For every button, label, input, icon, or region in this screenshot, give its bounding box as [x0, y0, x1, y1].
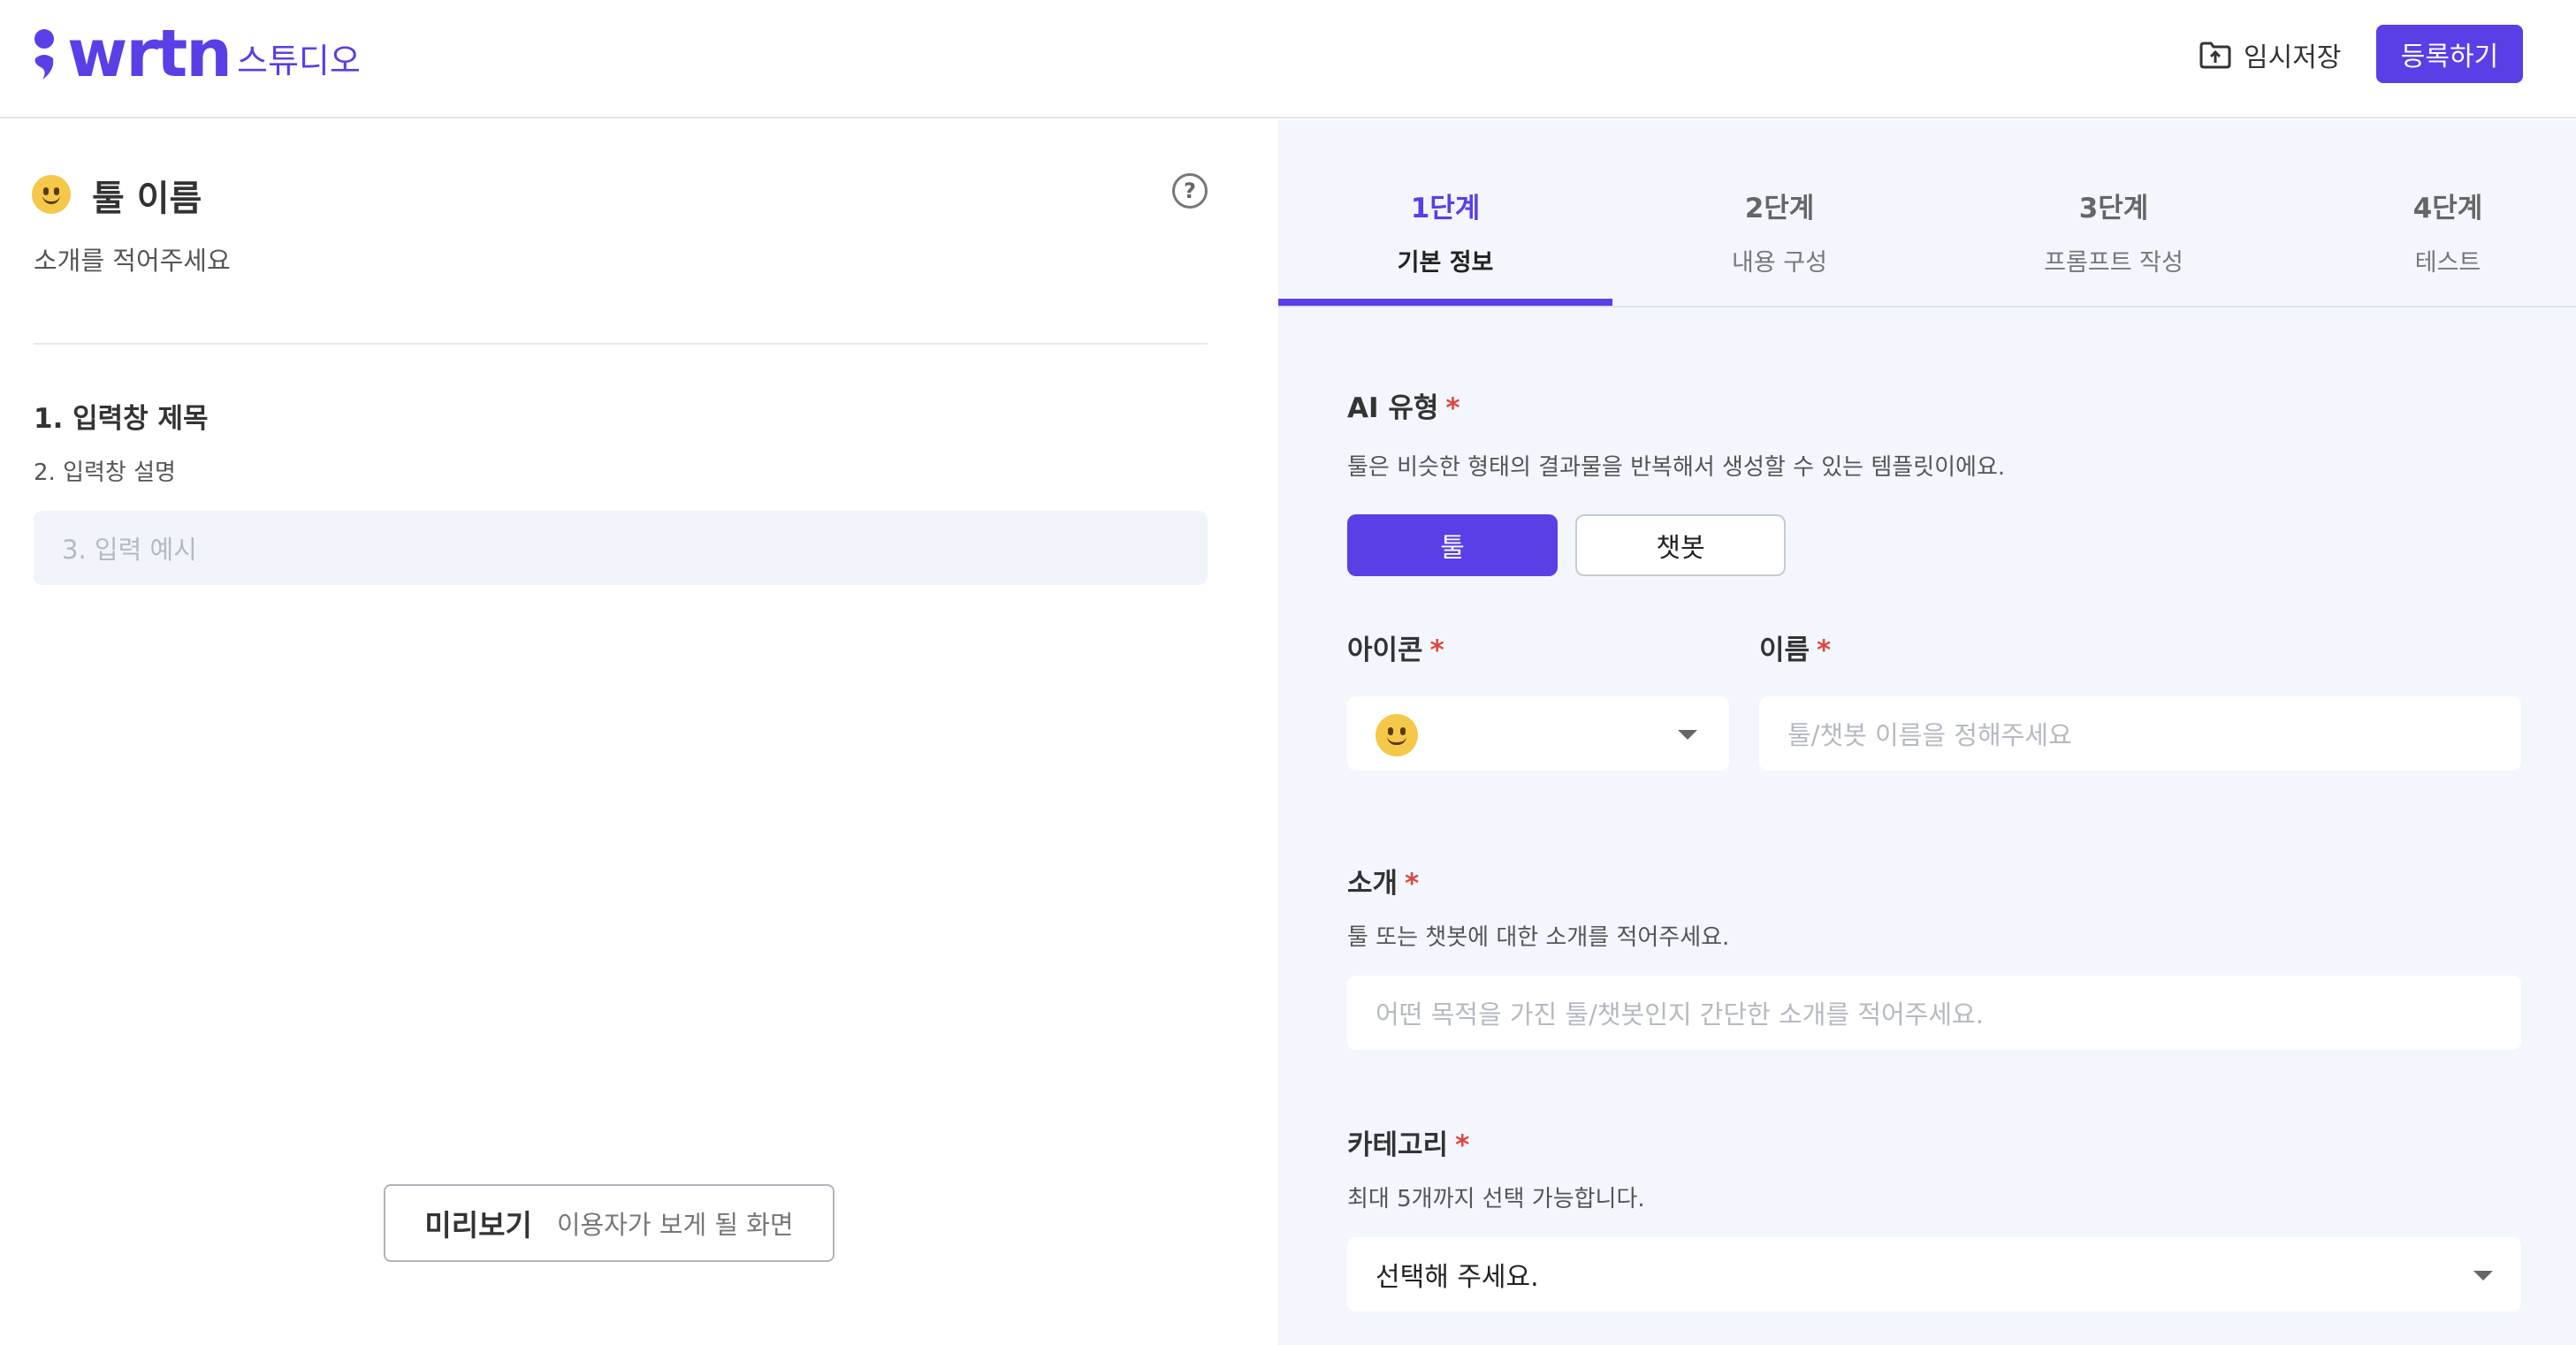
- logo-mark-icon: [34, 29, 54, 80]
- tab-step-3[interactable]: 3단계 프롬프트 작성: [1947, 186, 2281, 277]
- icon-label: 아이콘 *: [1347, 635, 1444, 666]
- tool-intro-text: 소개를 적어주세요: [34, 246, 231, 276]
- temp-save-label: 임시저장: [2244, 42, 2342, 73]
- category-select[interactable]: 선택해 주세요.: [1347, 1237, 2521, 1311]
- smiley-icon: [1376, 714, 1418, 756]
- name-input[interactable]: 툴/챗봇 이름을 정해주세요: [1759, 696, 2521, 771]
- step-name: 기본 정보: [1397, 249, 1494, 277]
- step-number: 3단계: [2078, 193, 2149, 224]
- category-select-value: 선택해 주세요.: [1376, 1262, 1539, 1293]
- step-name: 프롬프트 작성: [2044, 249, 2184, 277]
- intro-input[interactable]: 어떤 목적을 가진 툴/챗봇인지 간단한 소개를 적어주세요.: [1347, 976, 2521, 1050]
- chevron-down-icon: [2473, 1271, 2493, 1280]
- temp-save-button[interactable]: 임시저장: [2198, 32, 2341, 78]
- step-name: 내용 구성: [1732, 249, 1827, 277]
- folder-upload-icon: [2199, 42, 2231, 69]
- preview-button-label: 미리보기: [424, 1208, 532, 1242]
- input-field-title: 1. 입력창 제목: [34, 403, 209, 435]
- register-button[interactable]: 등록하기: [2376, 25, 2523, 83]
- example-input[interactable]: 3. 입력 예시: [34, 511, 1208, 585]
- icon-select[interactable]: [1347, 696, 1729, 771]
- ai-type-help: 툴은 비슷한 형태의 결과물을 반복해서 생성할 수 있는 템플릿이에요.: [1347, 454, 2006, 481]
- preview-button[interactable]: 미리보기 이용자가 보게 될 화면: [384, 1184, 835, 1262]
- logo-text: wrtn: [67, 16, 232, 92]
- step-number: 1단계: [1410, 193, 1481, 224]
- intro-label: 소개 *: [1347, 868, 1420, 900]
- form-panel: 1단계 기본 정보 2단계 내용 구성 3단계 프롬프트 작성 4단계 테스트 …: [1278, 120, 2576, 1345]
- tab-step-4[interactable]: 4단계 테스트: [2281, 186, 2576, 277]
- smiley-icon: [32, 175, 71, 214]
- input-field-desc: 2. 입력창 설명: [34, 460, 176, 486]
- active-step-indicator: [1278, 299, 1612, 306]
- category-help: 최대 5개까지 선택 가능합니다.: [1347, 1186, 1645, 1212]
- preview-divider: [34, 343, 1208, 345]
- tab-step-1[interactable]: 1단계 기본 정보: [1278, 186, 1612, 277]
- step-number: 4단계: [2412, 193, 2483, 224]
- preview-button-sub: 이용자가 보게 될 화면: [556, 1210, 794, 1240]
- ai-type-chatbot-button[interactable]: 챗봇: [1575, 514, 1786, 576]
- ai-type-tool-button[interactable]: 툴: [1347, 514, 1558, 576]
- ai-type-label: AI 유형 *: [1347, 392, 1460, 424]
- tool-name-title: 툴 이름: [92, 179, 202, 219]
- step-name: 테스트: [2414, 249, 2481, 277]
- intro-help: 툴 또는 챗봇에 대한 소개를 적어주세요.: [1347, 924, 1730, 951]
- tab-step-2[interactable]: 2단계 내용 구성: [1612, 186, 1947, 277]
- help-icon[interactable]: ?: [1172, 173, 1208, 209]
- studio-label: 스튜디오: [237, 42, 361, 80]
- name-label: 이름 *: [1759, 635, 1832, 666]
- step-number: 2단계: [1744, 193, 1815, 224]
- chevron-down-icon: [1678, 730, 1697, 740]
- preview-panel: 툴 이름 ? 소개를 적어주세요 1. 입력창 제목 2. 입력창 설명 3. …: [0, 120, 1278, 1345]
- top-header: wrtn 스튜디오 임시저장 등록하기: [0, 0, 2576, 118]
- step-tabs: 1단계 기본 정보 2단계 내용 구성 3단계 프롬프트 작성 4단계 테스트: [1278, 120, 2576, 308]
- category-label: 카테고리 *: [1347, 1129, 1470, 1161]
